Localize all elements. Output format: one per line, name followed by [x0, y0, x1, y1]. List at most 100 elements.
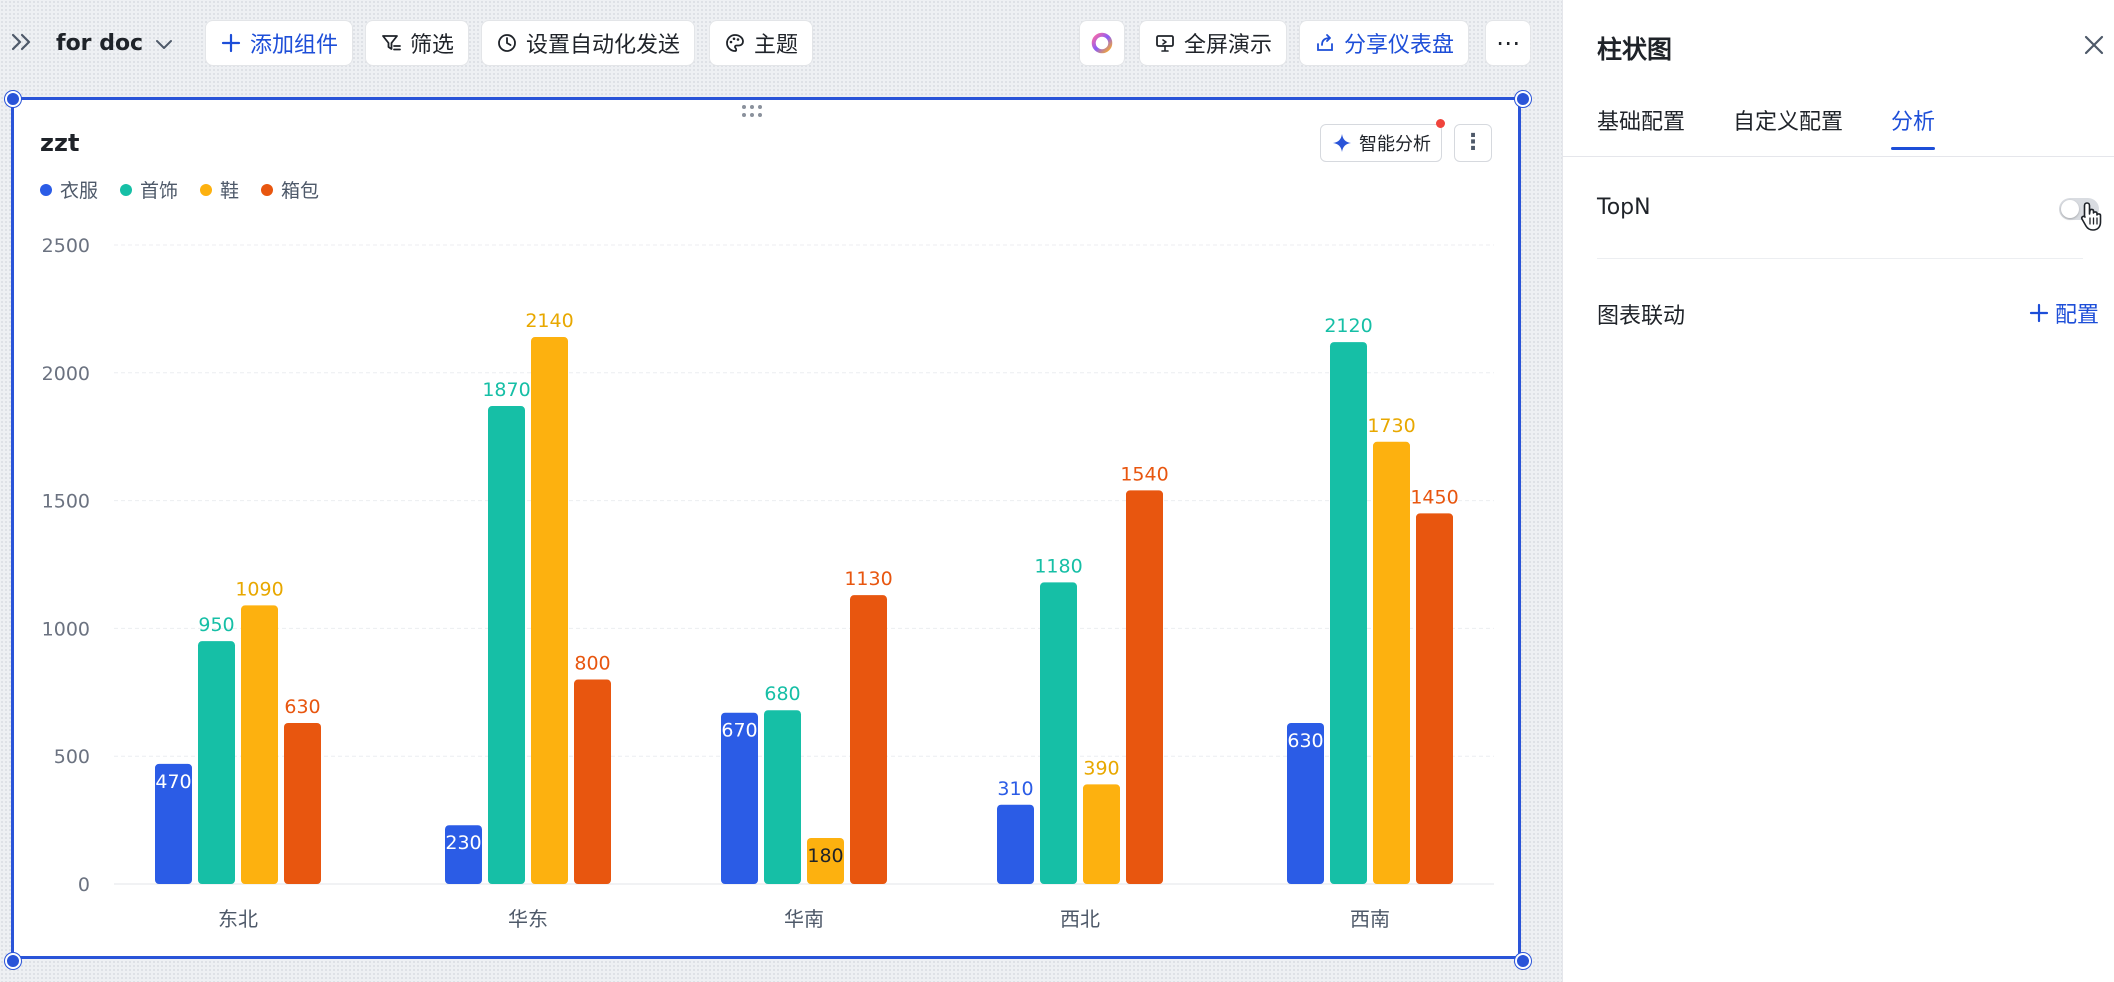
filter-icon — [382, 35, 401, 51]
vertical-more-icon: ⋮ — [1462, 130, 1484, 155]
legend-item[interactable]: 箱包 — [261, 176, 319, 203]
notification-dot — [1436, 119, 1445, 128]
dashboard-title-dropdown[interactable]: for doc — [56, 26, 175, 62]
topn-label: TopN — [1597, 195, 1651, 220]
plus-icon — [221, 33, 241, 53]
fullscreen-button[interactable]: 全屏演示 — [1140, 21, 1287, 65]
data-label: 230 — [445, 832, 481, 854]
y-tick-label: 0 — [78, 874, 90, 896]
x-tick-label: 东北 — [218, 907, 258, 931]
chart-more-button[interactable]: ⋮ — [1454, 124, 1492, 162]
bar — [1416, 513, 1453, 884]
auto-send-button[interactable]: 设置自动化发送 — [482, 21, 695, 65]
data-label: 1180 — [1034, 555, 1082, 577]
ai-ring-icon — [1091, 32, 1113, 54]
panel-tabs: 基础配置 自定义配置 分析 — [1597, 104, 1936, 150]
y-tick-label: 2500 — [42, 235, 90, 257]
resize-handle-top-left[interactable] — [5, 91, 21, 107]
data-label: 800 — [574, 653, 610, 675]
filter-label: 筛选 — [410, 33, 455, 58]
chevron-down-icon — [156, 40, 173, 49]
data-label: 1130 — [844, 568, 892, 590]
data-label: 310 — [997, 778, 1033, 800]
legend-swatch — [261, 183, 274, 196]
bar — [284, 722, 321, 884]
chart-linkage-label: 图表联动 — [1597, 304, 1686, 329]
data-label: 1090 — [235, 578, 283, 600]
data-label: 2120 — [1324, 315, 1372, 337]
bar — [997, 804, 1034, 884]
bar-chart: 0 500 1000 1500 2000 2500 470 9501090 630 东北 230 18… — [42, 235, 1494, 931]
bar — [574, 679, 611, 884]
ai-analysis-label: 智能分析 — [1359, 134, 1431, 155]
legend-swatch — [200, 183, 213, 196]
x-tick-label: 西北 — [1060, 907, 1100, 931]
fullscreen-label: 全屏演示 — [1184, 33, 1273, 58]
tabs-divider — [1563, 156, 2114, 157]
share-dashboard-button[interactable]: 分享仪表盘 — [1300, 21, 1469, 65]
data-label: 1450 — [1410, 486, 1458, 508]
bar — [1330, 342, 1367, 884]
legend-item[interactable]: 首饰 — [120, 176, 178, 203]
data-label: 630 — [1287, 730, 1323, 752]
legend-label: 衣服 — [60, 180, 99, 202]
resize-handle-top-right[interactable] — [1515, 91, 1531, 107]
legend-label: 鞋 — [220, 180, 240, 202]
ai-analysis-button[interactable]: 智能分析 — [1320, 124, 1442, 162]
y-tick-label: 2000 — [42, 363, 90, 385]
legend-swatch — [40, 183, 52, 196]
expand-sidebar-icon[interactable] — [8, 28, 36, 56]
bar — [850, 595, 887, 884]
bar — [1373, 441, 1410, 884]
palette-icon — [726, 34, 744, 52]
theme-button[interactable]: 主题 — [710, 21, 813, 65]
config-label: 配置 — [2055, 303, 2100, 328]
dashboard-title: for doc — [56, 31, 144, 56]
add-widget-button[interactable]: 添加组件 — [206, 21, 353, 65]
tab-custom-config[interactable]: 自定义配置 — [1733, 104, 1843, 150]
bar — [1083, 784, 1120, 884]
data-label: 1540 — [1120, 463, 1168, 485]
auto-send-label: 设置自动化发送 — [526, 33, 681, 58]
drag-handle-icon[interactable] — [740, 104, 764, 118]
more-icon: ⋯ — [1496, 29, 1520, 57]
more-options-button[interactable]: ⋯ — [1486, 21, 1530, 65]
tab-analysis[interactable]: 分析 — [1891, 104, 1936, 150]
bar — [1040, 582, 1077, 884]
legend-swatch — [120, 183, 133, 196]
close-icon[interactable] — [2081, 32, 2107, 58]
bar — [764, 710, 801, 884]
legend-item[interactable]: 衣服 — [40, 176, 98, 203]
y-tick-label: 1500 — [42, 491, 90, 513]
panel-title: 柱状图 — [1597, 35, 1673, 64]
clock-send-icon — [498, 34, 516, 52]
legend-label: 箱包 — [281, 180, 320, 202]
linkage-config-button[interactable]: 配置 — [2029, 297, 2099, 329]
row-divider — [1597, 258, 2083, 259]
presentation-icon — [1156, 35, 1174, 52]
legend-item[interactable]: 鞋 — [200, 176, 239, 203]
y-tick-label: 1000 — [42, 618, 90, 640]
add-widget-label: 添加组件 — [250, 33, 339, 58]
data-label: 470 — [155, 771, 191, 793]
sparkle-icon — [1333, 134, 1351, 152]
data-label: 1870 — [482, 379, 530, 401]
ai-assistant-button[interactable] — [1080, 21, 1124, 65]
bar — [488, 406, 525, 884]
filter-button[interactable]: 筛选 — [366, 21, 469, 65]
x-tick-label: 华南 — [784, 907, 824, 931]
data-label: 390 — [1083, 757, 1119, 779]
bar — [531, 337, 568, 884]
resize-handle-bottom-left[interactable] — [5, 953, 21, 969]
share-icon — [1317, 34, 1333, 51]
legend-label: 首饰 — [140, 180, 179, 202]
theme-label: 主题 — [754, 33, 799, 58]
bar — [241, 605, 278, 884]
bar — [198, 641, 235, 884]
tab-basic-config[interactable]: 基础配置 — [1597, 104, 1685, 150]
resize-handle-bottom-right[interactable] — [1515, 953, 1531, 969]
data-label: 180 — [807, 845, 843, 867]
data-label: 1730 — [1367, 415, 1415, 437]
x-tick-label: 华东 — [508, 907, 548, 931]
bar — [1126, 490, 1163, 884]
